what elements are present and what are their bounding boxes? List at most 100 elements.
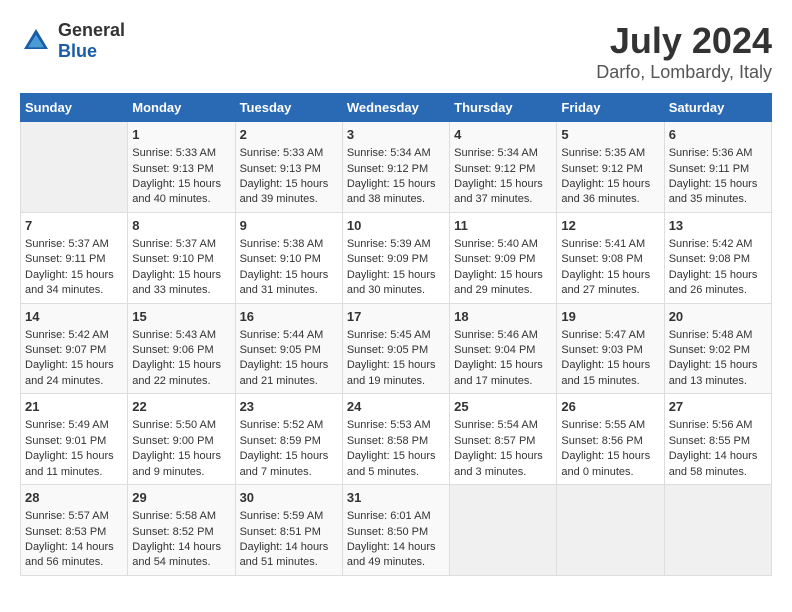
day-number: 1 xyxy=(132,126,230,144)
day-info: and 24 minutes. xyxy=(25,374,123,389)
day-info: Daylight: 15 hours xyxy=(347,449,445,464)
day-info: Daylight: 15 hours xyxy=(669,358,767,373)
day-number: 21 xyxy=(25,398,123,416)
calendar-week-row: 1Sunrise: 5:33 AMSunset: 9:13 PMDaylight… xyxy=(21,122,772,213)
day-info: Sunset: 9:06 PM xyxy=(132,343,230,358)
day-info: Sunset: 8:52 PM xyxy=(132,525,230,540)
day-number: 4 xyxy=(454,126,552,144)
calendar-subtitle: Darfo, Lombardy, Italy xyxy=(596,62,772,83)
calendar-cell: 29Sunrise: 5:58 AMSunset: 8:52 PMDayligh… xyxy=(128,485,235,576)
calendar-cell: 14Sunrise: 5:42 AMSunset: 9:07 PMDayligh… xyxy=(21,303,128,394)
calendar-cell: 31Sunrise: 6:01 AMSunset: 8:50 PMDayligh… xyxy=(342,485,449,576)
day-number: 16 xyxy=(240,308,338,326)
calendar-cell xyxy=(557,485,664,576)
day-info: Sunset: 9:05 PM xyxy=(240,343,338,358)
day-number: 6 xyxy=(669,126,767,144)
day-info: Sunrise: 5:53 AM xyxy=(347,418,445,433)
day-info: Sunset: 9:13 PM xyxy=(132,162,230,177)
day-number: 5 xyxy=(561,126,659,144)
day-of-week-header: Monday xyxy=(128,94,235,122)
day-info: and 33 minutes. xyxy=(132,283,230,298)
day-info: and 13 minutes. xyxy=(669,374,767,389)
day-info: Daylight: 14 hours xyxy=(132,540,230,555)
calendar-cell: 21Sunrise: 5:49 AMSunset: 9:01 PMDayligh… xyxy=(21,394,128,485)
day-info: Daylight: 15 hours xyxy=(561,268,659,283)
day-info: and 51 minutes. xyxy=(240,555,338,570)
calendar-week-row: 7Sunrise: 5:37 AMSunset: 9:11 PMDaylight… xyxy=(21,212,772,303)
day-info: Sunrise: 5:46 AM xyxy=(454,328,552,343)
day-info: Sunrise: 5:45 AM xyxy=(347,328,445,343)
logo-icon xyxy=(20,25,52,57)
day-info: Daylight: 15 hours xyxy=(347,177,445,192)
day-info: Sunrise: 5:58 AM xyxy=(132,509,230,524)
day-info: Daylight: 15 hours xyxy=(347,358,445,373)
day-of-week-header: Wednesday xyxy=(342,94,449,122)
day-info: and 56 minutes. xyxy=(25,555,123,570)
calendar-cell: 22Sunrise: 5:50 AMSunset: 9:00 PMDayligh… xyxy=(128,394,235,485)
day-number: 8 xyxy=(132,217,230,235)
day-info: Sunset: 9:10 PM xyxy=(132,252,230,267)
day-of-week-header: Saturday xyxy=(664,94,771,122)
day-info: Daylight: 14 hours xyxy=(347,540,445,555)
calendar-cell: 1Sunrise: 5:33 AMSunset: 9:13 PMDaylight… xyxy=(128,122,235,213)
calendar-cell: 23Sunrise: 5:52 AMSunset: 8:59 PMDayligh… xyxy=(235,394,342,485)
calendar-week-row: 21Sunrise: 5:49 AMSunset: 9:01 PMDayligh… xyxy=(21,394,772,485)
day-info: Sunset: 8:56 PM xyxy=(561,434,659,449)
day-info: Sunset: 9:08 PM xyxy=(561,252,659,267)
calendar-week-row: 14Sunrise: 5:42 AMSunset: 9:07 PMDayligh… xyxy=(21,303,772,394)
calendar-cell: 3Sunrise: 5:34 AMSunset: 9:12 PMDaylight… xyxy=(342,122,449,213)
calendar-cell: 13Sunrise: 5:42 AMSunset: 9:08 PMDayligh… xyxy=(664,212,771,303)
day-info: Sunrise: 5:38 AM xyxy=(240,237,338,252)
day-info: Daylight: 15 hours xyxy=(561,358,659,373)
logo-blue: Blue xyxy=(58,41,125,62)
day-info: Daylight: 15 hours xyxy=(240,268,338,283)
day-info: Sunrise: 5:59 AM xyxy=(240,509,338,524)
day-number: 20 xyxy=(669,308,767,326)
day-number: 18 xyxy=(454,308,552,326)
day-info: Sunrise: 5:52 AM xyxy=(240,418,338,433)
day-number: 24 xyxy=(347,398,445,416)
calendar-cell: 27Sunrise: 5:56 AMSunset: 8:55 PMDayligh… xyxy=(664,394,771,485)
day-info: Sunset: 9:12 PM xyxy=(454,162,552,177)
day-info: Sunset: 8:51 PM xyxy=(240,525,338,540)
day-number: 28 xyxy=(25,489,123,507)
day-info: Sunset: 9:04 PM xyxy=(454,343,552,358)
day-info: Sunset: 9:12 PM xyxy=(347,162,445,177)
day-info: Sunset: 9:02 PM xyxy=(669,343,767,358)
day-info: and 5 minutes. xyxy=(347,465,445,480)
day-number: 22 xyxy=(132,398,230,416)
day-info: Daylight: 15 hours xyxy=(454,177,552,192)
day-info: and 17 minutes. xyxy=(454,374,552,389)
day-number: 26 xyxy=(561,398,659,416)
day-info: Sunset: 9:13 PM xyxy=(240,162,338,177)
day-info: and 19 minutes. xyxy=(347,374,445,389)
day-number: 12 xyxy=(561,217,659,235)
day-info: and 35 minutes. xyxy=(669,192,767,207)
day-info: and 22 minutes. xyxy=(132,374,230,389)
day-info: and 40 minutes. xyxy=(132,192,230,207)
day-of-week-header: Sunday xyxy=(21,94,128,122)
day-number: 2 xyxy=(240,126,338,144)
day-info: Sunrise: 5:34 AM xyxy=(347,146,445,161)
day-info: Daylight: 15 hours xyxy=(132,268,230,283)
day-info: and 7 minutes. xyxy=(240,465,338,480)
day-info: Daylight: 15 hours xyxy=(669,177,767,192)
day-info: and 29 minutes. xyxy=(454,283,552,298)
day-number: 11 xyxy=(454,217,552,235)
day-number: 25 xyxy=(454,398,552,416)
calendar-cell: 18Sunrise: 5:46 AMSunset: 9:04 PMDayligh… xyxy=(450,303,557,394)
day-info: Sunset: 9:09 PM xyxy=(454,252,552,267)
day-info: Daylight: 15 hours xyxy=(347,268,445,283)
day-info: and 37 minutes. xyxy=(454,192,552,207)
calendar-cell: 28Sunrise: 5:57 AMSunset: 8:53 PMDayligh… xyxy=(21,485,128,576)
calendar-cell: 30Sunrise: 5:59 AMSunset: 8:51 PMDayligh… xyxy=(235,485,342,576)
day-info: and 38 minutes. xyxy=(347,192,445,207)
calendar-cell xyxy=(664,485,771,576)
day-info: Sunrise: 5:57 AM xyxy=(25,509,123,524)
day-number: 27 xyxy=(669,398,767,416)
calendar-cell: 5Sunrise: 5:35 AMSunset: 9:12 PMDaylight… xyxy=(557,122,664,213)
day-info: Daylight: 15 hours xyxy=(240,358,338,373)
day-number: 15 xyxy=(132,308,230,326)
day-info: Sunrise: 5:47 AM xyxy=(561,328,659,343)
day-info: Sunrise: 5:54 AM xyxy=(454,418,552,433)
